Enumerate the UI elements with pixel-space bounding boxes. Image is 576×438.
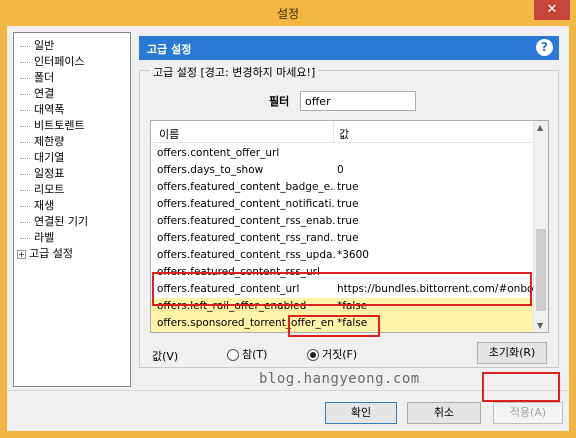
- filter-label: 필터: [269, 95, 290, 108]
- highlight-annotation-apply: [482, 372, 560, 402]
- radio-circle-icon[interactable]: [227, 349, 239, 361]
- tree-item-queue[interactable]: 대기열: [20, 149, 64, 165]
- tree-item-limits[interactable]: 제한량: [20, 133, 64, 149]
- table-row[interactable]: offers.featured_content_rss_rand... true: [151, 230, 535, 247]
- dialog-body: 일반 인터페이스 폴더 연결 대역폭 비트토렌트 제한량 대기열 일정표 리모트…: [7, 26, 569, 431]
- table-row[interactable]: offers.content_offer_url: [151, 145, 535, 162]
- settings-window: 설정 ✕ 일반 인터페이스 폴더 연결 대역폭 비트토렌트 제한량 대기열 일정…: [0, 0, 576, 438]
- radio-false[interactable]: 거짓(F): [307, 346, 357, 362]
- column-header-name[interactable]: 이름: [159, 126, 179, 142]
- row-value: true: [337, 198, 359, 210]
- filter-input[interactable]: [300, 91, 416, 111]
- tree-item-connection[interactable]: 연결: [20, 85, 54, 101]
- tree-item-general[interactable]: 일반: [20, 37, 54, 53]
- row-name: offers.featured_content_notificati...: [157, 198, 335, 210]
- table-row[interactable]: offers.featured_content_rss_enab... true: [151, 213, 535, 230]
- table-row[interactable]: offers.featured_content_badge_e... true: [151, 179, 535, 196]
- ok-button[interactable]: 확인: [325, 402, 397, 424]
- row-value: true: [337, 232, 359, 244]
- column-divider[interactable]: [333, 121, 334, 143]
- scroll-down-icon[interactable]: ▼: [537, 321, 543, 330]
- row-value: 0: [337, 164, 344, 176]
- category-tree: 일반 인터페이스 폴더 연결 대역폭 비트토렌트 제한량 대기열 일정표 리모트…: [13, 32, 131, 387]
- highlight-annotation-false: [288, 315, 380, 337]
- close-button[interactable]: ✕: [534, 0, 570, 20]
- group-label: 고급 설정 [경고: 변경하지 마세요!]: [150, 64, 319, 80]
- highlight-annotation-rows: [152, 272, 532, 306]
- row-name: offers.featured_content_rss_rand...: [157, 232, 335, 244]
- panel-header: 고급 설정 ?: [139, 36, 559, 60]
- column-header-value[interactable]: 값: [339, 126, 349, 142]
- help-icon[interactable]: ?: [536, 39, 553, 56]
- tree-item-playback[interactable]: 재생: [20, 197, 54, 213]
- tree-item-folders[interactable]: 폴더: [20, 69, 54, 85]
- scroll-up-icon[interactable]: ▲: [537, 123, 543, 132]
- watermark: blog.hangyeong.com: [259, 371, 420, 387]
- apply-button[interactable]: 적용(A): [493, 402, 563, 424]
- list-header: 이름 값: [151, 121, 535, 143]
- tree-item-scheduler[interactable]: 일정표: [20, 165, 64, 181]
- cancel-button[interactable]: 취소: [407, 402, 481, 424]
- row-name: offers.days_to_show: [157, 164, 264, 176]
- reset-button[interactable]: 초기화(R): [477, 342, 547, 364]
- tree-item-interface[interactable]: 인터페이스: [20, 53, 85, 69]
- title-bar: 설정 ✕: [0, 0, 576, 26]
- row-name: offers.featured_content_badge_e...: [157, 181, 335, 193]
- table-row[interactable]: offers.featured_content_rss_upda... *3600: [151, 247, 535, 264]
- value-label: 값(V): [152, 350, 179, 363]
- tree-item-bittorrent[interactable]: 비트토렌트: [20, 117, 85, 133]
- scroll-thumb[interactable]: [536, 229, 546, 311]
- panel-title: 고급 설정: [147, 43, 192, 56]
- radio-true[interactable]: 참(T): [227, 346, 267, 362]
- row-value: true: [337, 215, 359, 227]
- row-value: true: [337, 181, 359, 193]
- row-name: offers.content_offer_url: [157, 147, 280, 159]
- expand-icon[interactable]: +: [17, 249, 26, 259]
- tree-item-advanced[interactable]: + 고급 설정: [17, 245, 73, 261]
- tree-item-labels[interactable]: 라벨: [20, 229, 54, 245]
- tree-item-bandwidth[interactable]: 대역폭: [20, 101, 64, 117]
- radio-selected-icon[interactable]: [307, 349, 319, 361]
- table-row[interactable]: offers.days_to_show 0: [151, 162, 535, 179]
- list-scrollbar[interactable]: ▲ ▼: [533, 121, 548, 332]
- row-name: offers.featured_content_rss_upda...: [157, 249, 335, 261]
- row-name: offers.featured_content_rss_enab...: [157, 215, 335, 227]
- window-title: 설정: [276, 7, 300, 21]
- tree-item-devices[interactable]: 연결된 기기: [20, 213, 88, 229]
- table-row[interactable]: offers.featured_content_notificati... tru…: [151, 196, 535, 213]
- tree-item-remote[interactable]: 리모트: [20, 181, 64, 197]
- row-value: *3600: [337, 249, 369, 261]
